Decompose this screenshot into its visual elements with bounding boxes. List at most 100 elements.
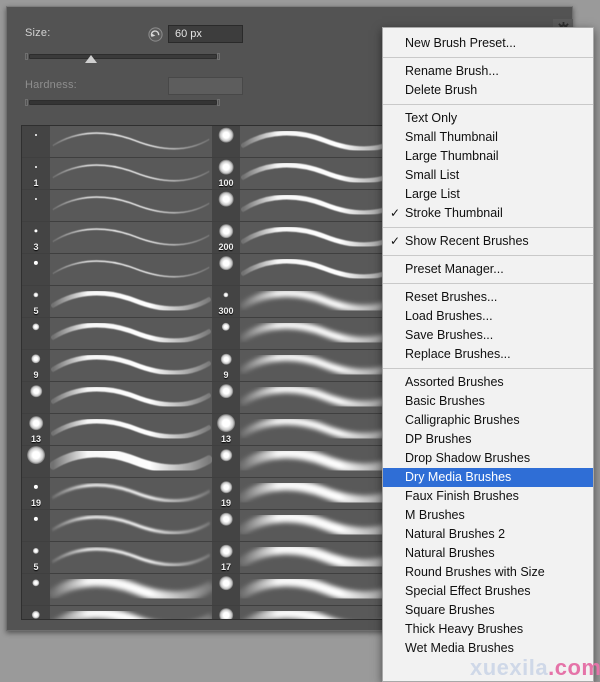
size-row: Size: 60 px [25,25,255,45]
brush-preset-item[interactable] [22,446,212,478]
brush-preset-item[interactable]: 9 [22,350,212,382]
brush-stroke-thumbnail [50,574,212,605]
brush-stroke-thumbnail [50,382,212,413]
brush-preset-item[interactable] [212,254,402,286]
brush-preset-item[interactable] [22,190,212,222]
hardness-label: Hardness: [25,79,77,91]
brush-preset-item[interactable]: 17 [212,542,402,574]
brush-preset-item[interactable]: 300 [212,286,402,318]
brush-preset-item[interactable] [22,126,212,158]
brush-preset-item[interactable]: 3 [22,222,212,254]
brush-size-label: 100 [218,178,234,188]
brush-tip-dot [218,159,234,175]
menu-item[interactable]: Small Thumbnail [383,128,593,147]
menu-item[interactable]: Reset Brushes... [383,288,593,307]
brush-tip-dot [34,197,38,201]
menu-item[interactable]: Dry Media Brushes [383,468,593,487]
size-slider-track[interactable] [29,54,217,59]
brush-preset-item[interactable]: 13 [212,414,402,446]
brush-preset-item[interactable] [212,446,402,478]
brush-stroke-thumbnail [50,318,212,349]
menu-item[interactable]: Delete Brush [383,81,593,100]
brush-preset-item[interactable]: 100 [212,158,402,190]
brush-thumb-gutter [22,574,50,605]
brush-preset-item[interactable] [212,126,402,158]
menu-item[interactable]: Faux Finish Brushes [383,487,593,506]
menu-item[interactable]: Square Brushes [383,601,593,620]
size-slider[interactable] [25,53,220,63]
brush-preset-item[interactable]: 9 [212,350,402,382]
menu-item[interactable]: Save Brushes... [383,326,593,345]
menu-item[interactable]: Preset Manager... [383,260,593,279]
brush-column-2[interactable]: 10020030091319174565100200300 [212,126,402,619]
brush-preset-item[interactable] [212,574,402,606]
brush-tip-dot [219,256,233,270]
size-slider-knob[interactable] [85,55,97,63]
brush-preset-item[interactable] [22,382,212,414]
menu-item[interactable]: M Brushes [383,506,593,525]
brush-preset-item[interactable] [212,510,402,542]
brush-preset-item[interactable] [22,510,212,542]
menu-item[interactable]: Thick Heavy Brushes [383,620,593,639]
brush-stroke-thumbnail [50,254,212,285]
menu-item[interactable]: Assorted Brushes [383,373,593,392]
brush-stroke-thumbnail [240,510,402,541]
menu-item[interactable]: Rename Brush... [383,62,593,81]
hardness-slider-track[interactable] [29,100,217,105]
brush-preset-item[interactable]: 5 [22,286,212,318]
menu-item[interactable]: Large List [383,185,593,204]
menu-item[interactable]: Large Thumbnail [383,147,593,166]
brush-panel-flyout-menu[interactable]: New Brush Preset... Rename Brush... Delete… [382,27,594,682]
hardness-slider[interactable] [25,99,220,106]
brush-thumb-gutter [22,126,50,157]
menu-item[interactable]: New Brush Preset... [383,34,593,53]
brush-column-1[interactable]: 135913195913172127354565 [22,126,212,619]
brush-preset-item[interactable]: 9 [22,606,212,619]
brush-preset-item[interactable] [212,318,402,350]
reset-arrow-icon[interactable] [146,25,164,43]
brush-preset-item[interactable]: 19 [212,478,402,510]
brush-preset-item[interactable] [22,318,212,350]
size-input[interactable]: 60 px [168,25,243,43]
menu-item[interactable]: Replace Brushes... [383,345,593,364]
brush-stroke-thumbnail [50,286,212,317]
menu-item[interactable]: Wet Media Brushes [383,639,593,658]
brush-preset-item[interactable] [212,190,402,222]
brush-thumb-gutter [212,254,240,285]
hardness-input[interactable] [168,77,243,95]
brush-preset-item[interactable]: 45 [212,606,402,619]
brush-size-label: 19 [30,498,41,508]
menu-item[interactable]: Natural Brushes 2 [383,525,593,544]
check-icon: ✓ [390,234,401,248]
menu-item[interactable]: Drop Shadow Brushes [383,449,593,468]
brush-stroke-thumbnail [240,126,402,157]
brush-stroke-thumbnail [240,382,402,413]
brush-stroke-thumbnail [50,606,212,619]
menu-item[interactable]: ✓ Show Recent Brushes [383,232,593,251]
menu-item[interactable]: Basic Brushes [383,392,593,411]
menu-item[interactable]: Text Only [383,109,593,128]
menu-item[interactable]: ✓ Stroke Thumbnail [383,204,593,223]
brush-stroke-thumbnail [50,190,212,221]
menu-item[interactable]: Small List [383,166,593,185]
menu-item[interactable]: Load Brushes... [383,307,593,326]
brush-preset-item[interactable]: 5 [22,542,212,574]
menu-body: New Brush Preset... Rename Brush... Delete… [383,34,593,658]
brush-preset-item[interactable]: 1 [22,158,212,190]
brush-preset-item[interactable]: 200 [212,222,402,254]
brush-thumb-gutter: 9 [212,350,240,381]
brush-preset-item[interactable]: 13 [22,414,212,446]
brush-preset-item[interactable] [22,574,212,606]
menu-item[interactable]: Calligraphic Brushes [383,411,593,430]
menu-item[interactable]: Special Effect Brushes [383,582,593,601]
brush-preset-item[interactable] [22,254,212,286]
brush-preset-item[interactable]: 19 [22,478,212,510]
menu-item-label: Square Brushes [405,603,495,617]
menu-item[interactable]: Round Brushes with Size [383,563,593,582]
brush-tip-dot [219,608,233,619]
menu-item[interactable]: Natural Brushes [383,544,593,563]
menu-item[interactable]: DP Brushes [383,430,593,449]
brush-stroke-thumbnail [240,542,402,573]
brush-size-label: 3 [33,242,39,252]
brush-preset-item[interactable] [212,382,402,414]
